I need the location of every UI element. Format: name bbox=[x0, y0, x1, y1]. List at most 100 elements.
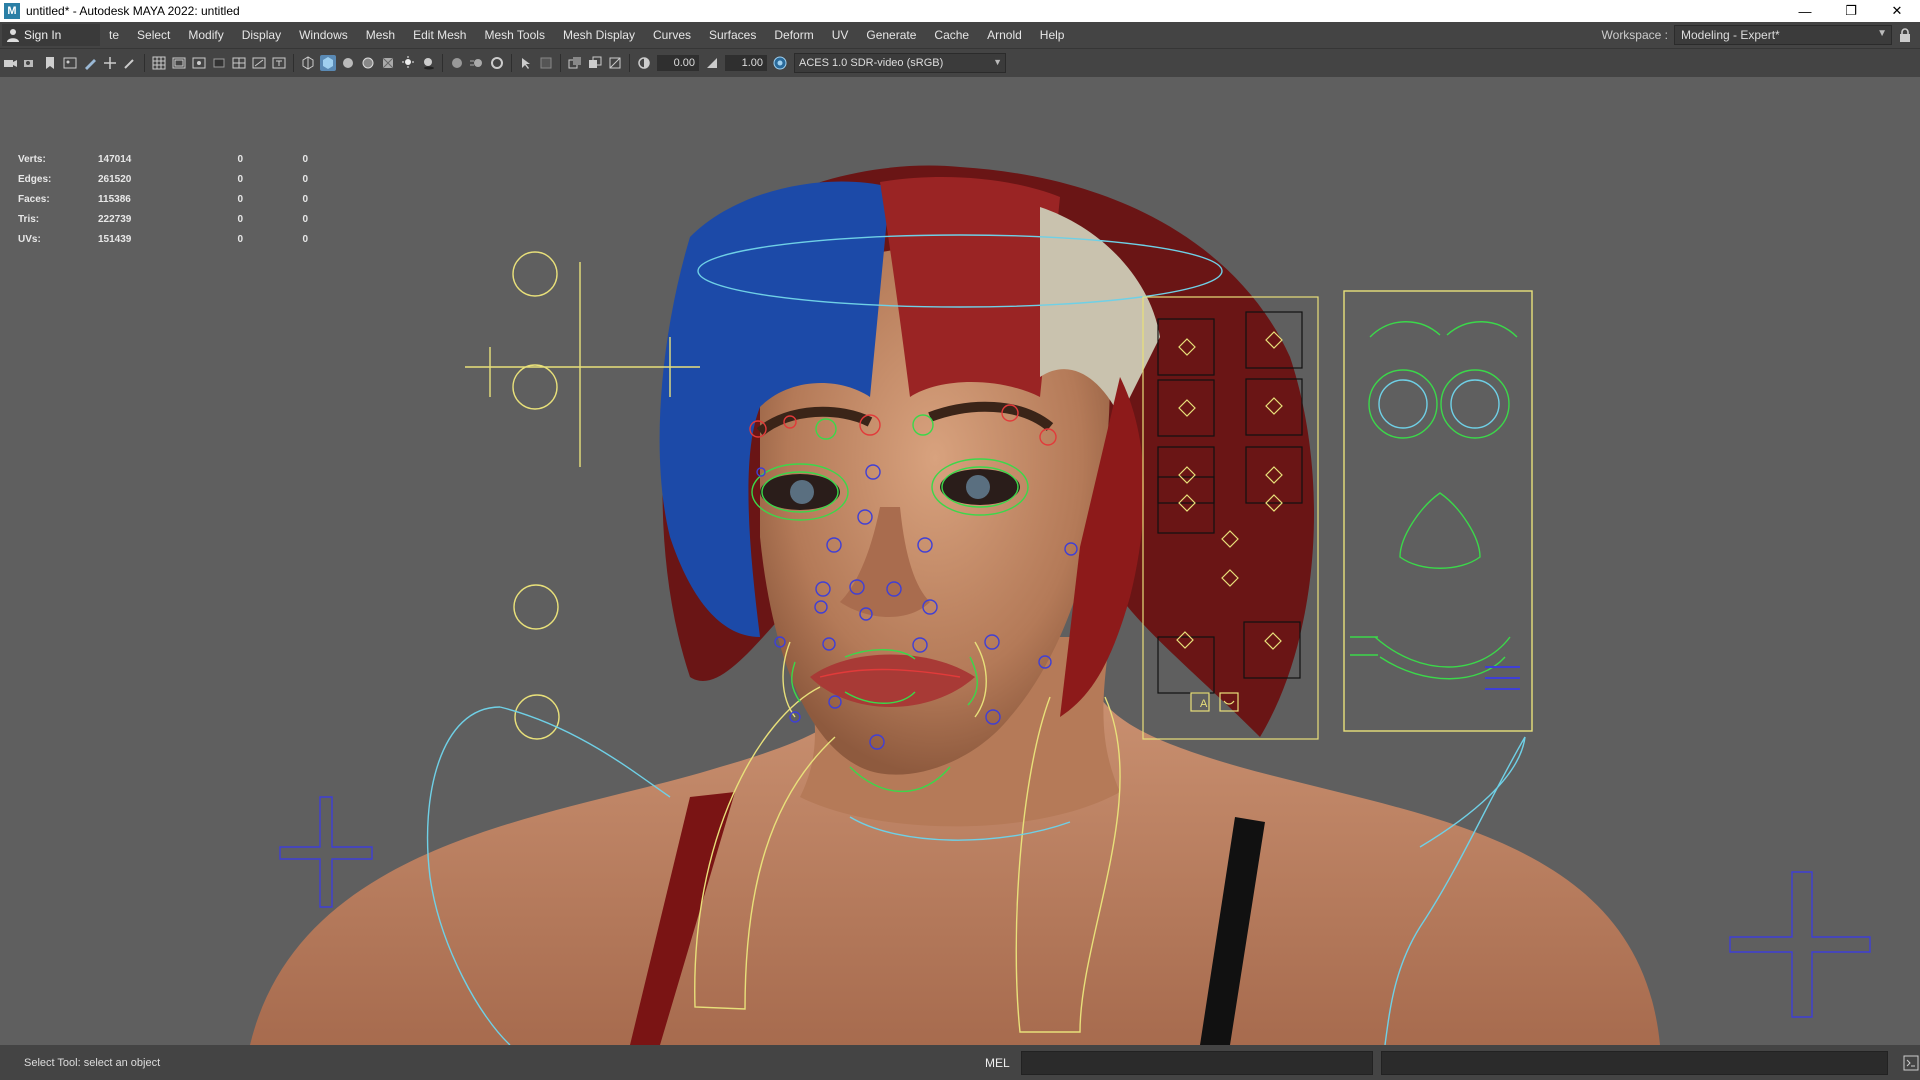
menu-item-curves[interactable]: Curves bbox=[644, 28, 700, 42]
safe-action-icon[interactable] bbox=[251, 55, 267, 71]
view-transform-select[interactable]: ACES 1.0 SDR-video (sRGB) ▼ bbox=[794, 53, 1006, 73]
menu-item-windows[interactable]: Windows bbox=[290, 28, 357, 42]
anti-aliasing-icon[interactable] bbox=[489, 55, 505, 71]
menu-item-display[interactable]: Display bbox=[233, 28, 290, 42]
image-plane-icon[interactable] bbox=[62, 55, 78, 71]
chevron-down-icon: ▼ bbox=[1877, 28, 1887, 39]
lock-icon[interactable] bbox=[1898, 28, 1912, 42]
safe-title-icon[interactable] bbox=[271, 55, 287, 71]
script-editor-icon[interactable] bbox=[1902, 1054, 1920, 1072]
hud-label: UVs: bbox=[18, 233, 41, 245]
toolbar-separator bbox=[511, 54, 512, 72]
menu-item-uv[interactable]: UV bbox=[823, 28, 858, 42]
menu-item-deform[interactable]: Deform bbox=[765, 28, 822, 42]
backface-culling-icon[interactable] bbox=[607, 55, 623, 71]
motion-blur-icon[interactable] bbox=[469, 55, 485, 71]
exposure-field[interactable]: 0.00 bbox=[657, 55, 699, 71]
hud-label: Tris: bbox=[18, 213, 40, 225]
hud-label: Edges: bbox=[18, 173, 52, 185]
field-chart-icon[interactable] bbox=[231, 55, 247, 71]
menu-item-te[interactable]: te bbox=[100, 28, 128, 42]
grease-pencil-icon[interactable] bbox=[82, 55, 98, 71]
exposure-icon[interactable] bbox=[636, 55, 652, 71]
face-panel-letter: A bbox=[1200, 698, 1208, 710]
sign-in-label: Sign In bbox=[24, 28, 62, 42]
toolbar-separator bbox=[629, 54, 630, 72]
hud-value: 115386 bbox=[98, 193, 131, 205]
wireframe-on-shaded-icon[interactable] bbox=[360, 55, 376, 71]
color-management-icon[interactable] bbox=[772, 55, 788, 71]
poly-count-hud: Verts: 147014 0 0 Edges: 261520 0 0 Faces: 115386… bbox=[18, 149, 308, 249]
poly-count-table: Verts: 147014 0 0 Edges: 261520 0 0 Faces: 115386… bbox=[18, 149, 308, 249]
hud-row: Faces: 115386 0 0 bbox=[18, 189, 308, 209]
hud-value: 147014 bbox=[98, 153, 132, 165]
camera-select-icon[interactable] bbox=[2, 55, 18, 71]
film-gate-icon[interactable] bbox=[171, 55, 187, 71]
command-result-field bbox=[1381, 1050, 1888, 1075]
menu-item-edit-mesh[interactable]: Edit Mesh bbox=[404, 28, 475, 42]
menu-item-mesh-display[interactable]: Mesh Display bbox=[554, 28, 644, 42]
menu-item-help[interactable]: Help bbox=[1031, 28, 1074, 42]
restore-button[interactable]: ❐ bbox=[1828, 0, 1874, 22]
user-icon bbox=[7, 29, 19, 42]
xray-joints-icon[interactable] bbox=[567, 55, 583, 71]
workspace-select[interactable]: Modeling - Expert* ▼ bbox=[1674, 25, 1892, 45]
menu-item-modify[interactable]: Modify bbox=[179, 28, 232, 42]
menu-item-select[interactable]: Select bbox=[128, 28, 179, 42]
screen-space-ao-icon[interactable] bbox=[449, 55, 465, 71]
hud-value: 222739 bbox=[98, 213, 132, 225]
xray-active-icon[interactable] bbox=[587, 55, 603, 71]
help-line: Select Tool: select an object bbox=[24, 1056, 161, 1069]
shadows-icon[interactable] bbox=[420, 55, 436, 71]
minimize-button[interactable]: — bbox=[1782, 0, 1828, 22]
gamma-field[interactable]: 1.00 bbox=[725, 55, 767, 71]
resolution-gate-icon[interactable] bbox=[191, 55, 207, 71]
main-menu: te Select Modify Display Windows Mesh Edit Mes… bbox=[100, 28, 1073, 42]
toolbar-separator bbox=[442, 54, 443, 72]
wireframe-icon[interactable] bbox=[300, 55, 316, 71]
grid-toggle-icon[interactable] bbox=[151, 55, 167, 71]
window-title: untitled* - Autodesk MAYA 2022: untitled bbox=[26, 4, 240, 18]
hud-value: 0 bbox=[237, 213, 243, 225]
camera-attributes-icon[interactable] bbox=[22, 55, 38, 71]
bookmark-icon[interactable] bbox=[42, 55, 58, 71]
hud-value: 151439 bbox=[98, 233, 132, 245]
view-transform-value: ACES 1.0 SDR-video (sRGB) bbox=[799, 57, 944, 69]
gate-mask-icon[interactable] bbox=[211, 55, 227, 71]
pencil-icon[interactable] bbox=[122, 55, 138, 71]
menu-item-surfaces[interactable]: Surfaces bbox=[700, 28, 765, 42]
hud-value: 0 bbox=[237, 153, 243, 165]
textured-icon[interactable] bbox=[380, 55, 396, 71]
gamma-icon[interactable] bbox=[704, 55, 720, 71]
hud-value: 261520 bbox=[98, 173, 132, 185]
hud-value: 0 bbox=[237, 173, 243, 185]
viewport-panel[interactable]: A Verts: 147014 0 0 Edges: 261520 0 0 Faces: 1153… bbox=[0, 77, 1920, 1045]
close-button[interactable]: ✕ bbox=[1874, 0, 1920, 22]
left-arm-control bbox=[279, 796, 373, 908]
mel-language-toggle[interactable]: MEL bbox=[985, 1056, 1021, 1070]
menu-item-mesh[interactable]: Mesh bbox=[357, 28, 404, 42]
hud-value: 0 bbox=[302, 213, 308, 225]
isolate-select-icon[interactable] bbox=[518, 55, 534, 71]
workspace-value: Modeling - Expert* bbox=[1681, 28, 1780, 42]
sign-in-button[interactable]: Sign In bbox=[2, 24, 100, 46]
default-material-icon[interactable] bbox=[340, 55, 356, 71]
menu-item-cache[interactable]: Cache bbox=[925, 28, 978, 42]
hud-value: 0 bbox=[302, 193, 308, 205]
mel-command-input[interactable] bbox=[1021, 1050, 1373, 1075]
hud-row: Edges: 261520 0 0 bbox=[18, 169, 308, 189]
control-circle bbox=[512, 251, 558, 297]
hud-row: UVs: 151439 0 0 bbox=[18, 229, 308, 249]
control-circle bbox=[512, 364, 558, 410]
xray-icon[interactable] bbox=[538, 55, 554, 71]
menu-item-mesh-tools[interactable]: Mesh Tools bbox=[475, 28, 553, 42]
2d-pan-zoom-icon[interactable] bbox=[102, 55, 118, 71]
status-bar: Select Tool: select an object MEL bbox=[0, 1045, 1920, 1080]
smooth-shade-icon[interactable] bbox=[320, 55, 336, 71]
use-all-lights-icon[interactable] bbox=[400, 55, 416, 71]
menu-item-arnold[interactable]: Arnold bbox=[978, 28, 1031, 42]
hud-row: Verts: 147014 0 0 bbox=[18, 149, 308, 169]
menu-item-generate[interactable]: Generate bbox=[857, 28, 925, 42]
face-panel-right[interactable] bbox=[1343, 290, 1533, 732]
hud-value: 0 bbox=[302, 173, 308, 185]
